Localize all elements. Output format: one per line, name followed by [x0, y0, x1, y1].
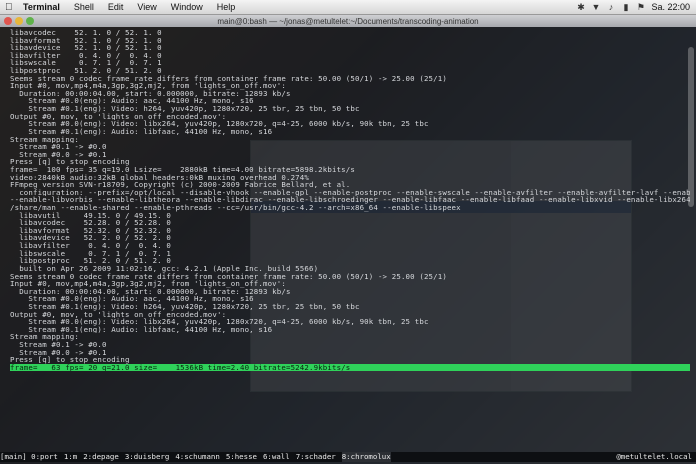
- terminal-line: Stream #0.0(eng): Audio: aac, 44100 Hz, …: [10, 97, 254, 106]
- close-button[interactable]: [4, 17, 12, 25]
- screen-window-tab[interactable]: 7:schader: [296, 452, 336, 462]
- zoom-button[interactable]: [26, 17, 34, 25]
- window-controls: [4, 17, 37, 25]
- terminal-line: libpostproc 51. 2. 0 / 51. 2. 0: [10, 67, 162, 75]
- terminal-line: Seems stream 0 codec frame rate differs …: [10, 272, 447, 281]
- terminal-line: frame= 63 fps= 20 q=21.0 size= 1536kB ti…: [10, 363, 690, 372]
- terminal-line: /share/man --enable-shared --enable-pthr…: [10, 204, 461, 212]
- terminal-line: frame= 100 fps= 35 q=19.0 Lsize= 2880kB …: [10, 165, 355, 174]
- terminal-line: libavformat 52.32. 0 / 52.32. 0: [10, 226, 171, 235]
- menu-clock[interactable]: Sa. 22:00: [651, 2, 690, 12]
- screen-window-tab[interactable]: 8:chromolux: [341, 452, 391, 462]
- terminal-line: Stream #0.0(eng): Audio: aac, 44100 Hz, …: [10, 295, 254, 303]
- bluetooth-icon[interactable]: ✱: [576, 2, 585, 12]
- terminal-line: Output #0, mov, to 'lights_on_off_encode…: [10, 310, 227, 319]
- terminal-line: Stream mapping:: [10, 333, 79, 341]
- terminal-line: Output #0, mov, to 'lights_on_off_encode…: [10, 112, 227, 121]
- terminal-line: Press [q] to stop encoding: [10, 356, 130, 364]
- terminal-window[interactable]: main@0:bash — ~/jonas@metultelet:~/Docum…: [0, 15, 696, 464]
- terminal-line: libavfilter 0. 4. 0 / 0. 4. 0: [10, 51, 162, 60]
- screen-window-tab[interactable]: 5:hesse: [226, 452, 257, 462]
- terminal-line: libavcodec 52. 1. 0 / 52. 1. 0: [10, 29, 162, 37]
- screen-hostname: @metultelet.local: [616, 452, 692, 461]
- terminal-title: main@0:bash — ~/jonas@metultelet:~/Docum…: [217, 16, 479, 26]
- terminal-line: libavfilter 0. 4. 0 / 0. 4. 0: [10, 242, 171, 250]
- terminal-line: libavutil 49.15. 0 / 49.15. 0: [10, 211, 171, 220]
- menu-edit[interactable]: Edit: [108, 2, 124, 12]
- terminal-line: Stream #0.1(eng): Audio: libfaac, 44100 …: [10, 325, 273, 334]
- terminal-line: Stream #0.0(eng): Video: libx264, yuv420…: [10, 120, 429, 128]
- terminal-titlebar[interactable]: main@0:bash — ~/jonas@metultelet:~/Docum…: [0, 15, 696, 27]
- terminal-line: libswscale 0. 7. 1 / 0. 7. 1: [10, 59, 162, 68]
- screen-window-tab[interactable]: 4:schumann: [175, 452, 220, 462]
- terminal-line: libavcodec 52.28. 0 / 52.28. 0: [10, 219, 171, 227]
- terminal-line: Input #0, mov,mp4,m4a,3gp,3g2,mj2, from …: [10, 280, 286, 288]
- terminal-line: Duration: 00:00:04.00, start: 0.000000, …: [10, 287, 291, 296]
- terminal-line: FFmpeg version SVN-r18709, Copyright (c)…: [10, 181, 351, 189]
- terminal-line: Stream mapping:: [10, 135, 79, 144]
- apple-logo-icon[interactable]: : [5, 2, 17, 13]
- terminal-line: Duration: 00:00:04.00, start: 0.000000, …: [10, 89, 291, 98]
- menu-window[interactable]: Window: [171, 2, 203, 12]
- menu-bar:  Terminal Shell Edit View Window Help ✱…: [0, 0, 696, 15]
- terminal-line: Stream #0.1(eng): Video: h264, yuv420p, …: [10, 105, 360, 113]
- screen-window-tab[interactable]: 2:depage: [83, 452, 119, 462]
- terminal-line: video:2840kB audio:32kB global headers:0…: [10, 173, 309, 182]
- volume-icon[interactable]: ♪: [606, 2, 615, 12]
- terminal-line: Stream #0.0 -> #0.1: [10, 150, 107, 159]
- minimize-button[interactable]: [15, 17, 23, 25]
- terminal-line: Stream #0.1 -> #0.0: [10, 143, 107, 151]
- terminal-line: Press [q] to stop encoding: [10, 158, 130, 166]
- menu-extras: ✱ ▼ ♪ ▮ ⚑ Sa. 22:00: [576, 2, 696, 12]
- screen-window-tab[interactable]: [main] 0:port: [0, 452, 58, 462]
- terminal-line: libswscale 0. 7. 1 / 0. 7. 1: [10, 249, 171, 258]
- terminal-line: built on Apr 26 2009 11:02:16, gcc: 4.2.…: [10, 264, 319, 273]
- terminal-line: libavformat 52. 1. 0 / 52. 1. 0: [10, 36, 162, 45]
- terminal-line: Input #0, mov,mp4,m4a,3gp,3g2,mj2, from …: [10, 82, 286, 90]
- menu-view[interactable]: View: [137, 2, 156, 12]
- battery-icon[interactable]: ▮: [621, 2, 630, 12]
- menu-help[interactable]: Help: [217, 2, 236, 12]
- flag-icon[interactable]: ⚑: [636, 2, 645, 12]
- terminal-line: --enable-libvorbis --enable-libtheora --…: [10, 196, 690, 205]
- screen-window-tab[interactable]: 6:wall: [263, 452, 290, 462]
- terminal-line: configuration: --prefix=/opt/local --dis…: [10, 188, 690, 197]
- terminal-scrollbar[interactable]: [686, 27, 696, 447]
- scrollbar-thumb[interactable]: [688, 47, 694, 207]
- screen-window-tab[interactable]: 1:m: [64, 452, 77, 462]
- screen-status-bar: [main] 0:port 1:m 2:depage 3:duisberg 4:schu…: [0, 452, 696, 462]
- terminal-line: Stream #0.0(eng): Video: libx264, yuv420…: [10, 318, 429, 326]
- menu-shell[interactable]: Shell: [74, 2, 94, 12]
- terminal-line: Seems stream 0 codec frame rate differs …: [10, 74, 447, 83]
- screen-window-tab[interactable]: 3:duisberg: [125, 452, 170, 462]
- terminal-output[interactable]: libavcodec 52. 1. 0 / 52. 1. 0 libavforma…: [10, 29, 690, 449]
- terminal-line: Stream #0.1 -> #0.0: [10, 340, 107, 349]
- terminal-line: Stream #0.0 -> #0.1: [10, 348, 107, 357]
- wifi-icon[interactable]: ▼: [591, 2, 601, 12]
- terminal-line: Stream #0.1(eng): Video: h264, yuv420p, …: [10, 302, 360, 311]
- terminal-line: libavdevice 52. 2. 0 / 52. 2. 0: [10, 234, 171, 243]
- terminal-line: Stream #0.1(eng): Audio: libfaac, 44100 …: [10, 127, 273, 136]
- terminal-line: libavdevice 52. 1. 0 / 52. 1. 0: [10, 44, 162, 52]
- menu-app-terminal[interactable]: Terminal: [23, 2, 60, 12]
- terminal-line: libpostproc 51. 2. 0 / 51. 2. 0: [10, 257, 171, 265]
